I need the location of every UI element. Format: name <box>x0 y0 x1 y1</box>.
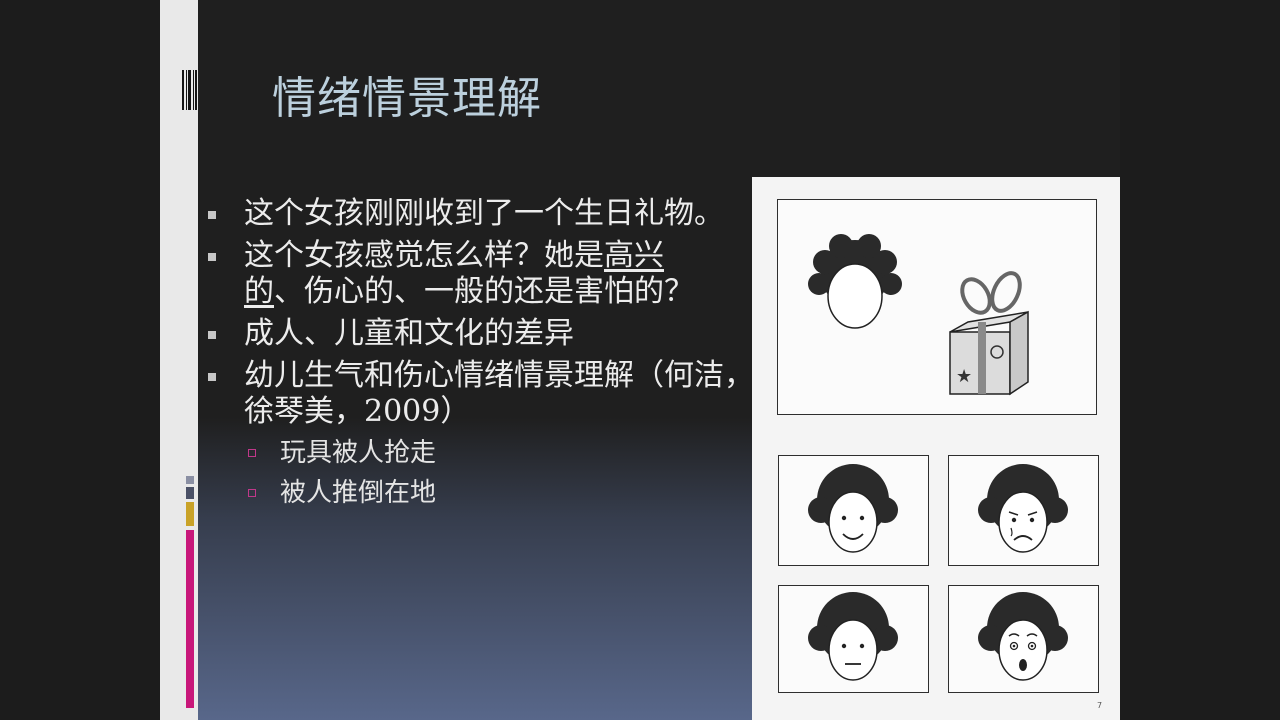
svg-text:★: ★ <box>956 366 972 387</box>
left-letterbox <box>0 0 160 720</box>
bullet-text: 这个女孩刚刚收到了一个生日礼物。 <box>244 196 724 231</box>
bullet-list: 这个女孩刚刚收到了一个生日礼物。 这个女孩感觉怎么样？她是高兴的、伤心的、一般的… <box>208 196 768 516</box>
bullet-item: 成人、儿童和文化的差异 <box>208 316 768 352</box>
bullet-item: 这个女孩刚刚收到了一个生日礼物。 <box>208 196 768 232</box>
face-panel-happy <box>778 455 929 566</box>
neutral-face-drawing <box>808 592 898 681</box>
accent-bar-gray <box>186 476 194 484</box>
bullet-item: 这个女孩感觉怎么样？她是高兴的、伤心的、一般的还是害怕的？ <box>208 238 768 310</box>
emotion-illustration: ★ 7 <box>752 177 1120 720</box>
bullet-text: 成人、儿童和文化的差异 <box>244 316 574 351</box>
sub-bullet-item: 被人推倒在地 <box>208 476 768 510</box>
sub-bullet-text: 被人推倒在地 <box>280 478 437 508</box>
gift-box: ★ <box>949 271 1029 396</box>
face-panel-sad <box>948 455 1099 566</box>
bullet-item: 幼儿生气和伤心情绪情景理解（何洁，徐琴美，2009） <box>208 358 768 430</box>
underlined-word-happy: 高兴 <box>604 238 664 273</box>
slide: 情绪情景理解 这个女孩刚刚收到了一个生日礼物。 这个女孩感觉怎么样？她是高兴的、… <box>160 0 1120 720</box>
page-number: 7 <box>1097 701 1103 710</box>
sub-bullet-text: 玩具被人抢走 <box>280 438 437 468</box>
face-panel-scared <box>948 585 1099 693</box>
bullet-text: 幼儿生气和伤心情绪情景理解（何洁，徐琴美，2009） <box>244 358 754 429</box>
scared-face-drawing <box>978 592 1068 681</box>
bullet-marker <box>208 331 216 339</box>
scene-panel: ★ <box>777 199 1097 415</box>
slide-title: 情绪情景理解 <box>272 73 542 124</box>
right-letterbox <box>1120 0 1280 720</box>
accent-bar-slate <box>186 487 194 499</box>
sad-face-drawing <box>978 464 1068 553</box>
bullet-marker <box>208 373 216 381</box>
sub-bullet-item: 玩具被人抢走 <box>208 436 768 470</box>
happy-face-drawing <box>808 464 898 553</box>
bullet-marker <box>208 253 216 261</box>
sub-bullet-marker <box>248 449 256 457</box>
accent-bar-gold <box>186 502 194 526</box>
barcode-decoration <box>182 70 198 110</box>
scene-drawing: ★ <box>808 234 1029 396</box>
bullet-text-pre: 这个女孩感觉怎么样？她是 <box>244 238 604 273</box>
bullet-marker <box>208 211 216 219</box>
sub-bullet-marker <box>248 489 256 497</box>
underlined-word-de: 的 <box>244 274 274 309</box>
face-panel-neutral <box>778 585 929 693</box>
accent-bar-pink <box>186 530 194 708</box>
faceless-girl <box>808 234 902 329</box>
bullet-text-post: 、伤心的、一般的还是害怕的？ <box>274 274 694 309</box>
